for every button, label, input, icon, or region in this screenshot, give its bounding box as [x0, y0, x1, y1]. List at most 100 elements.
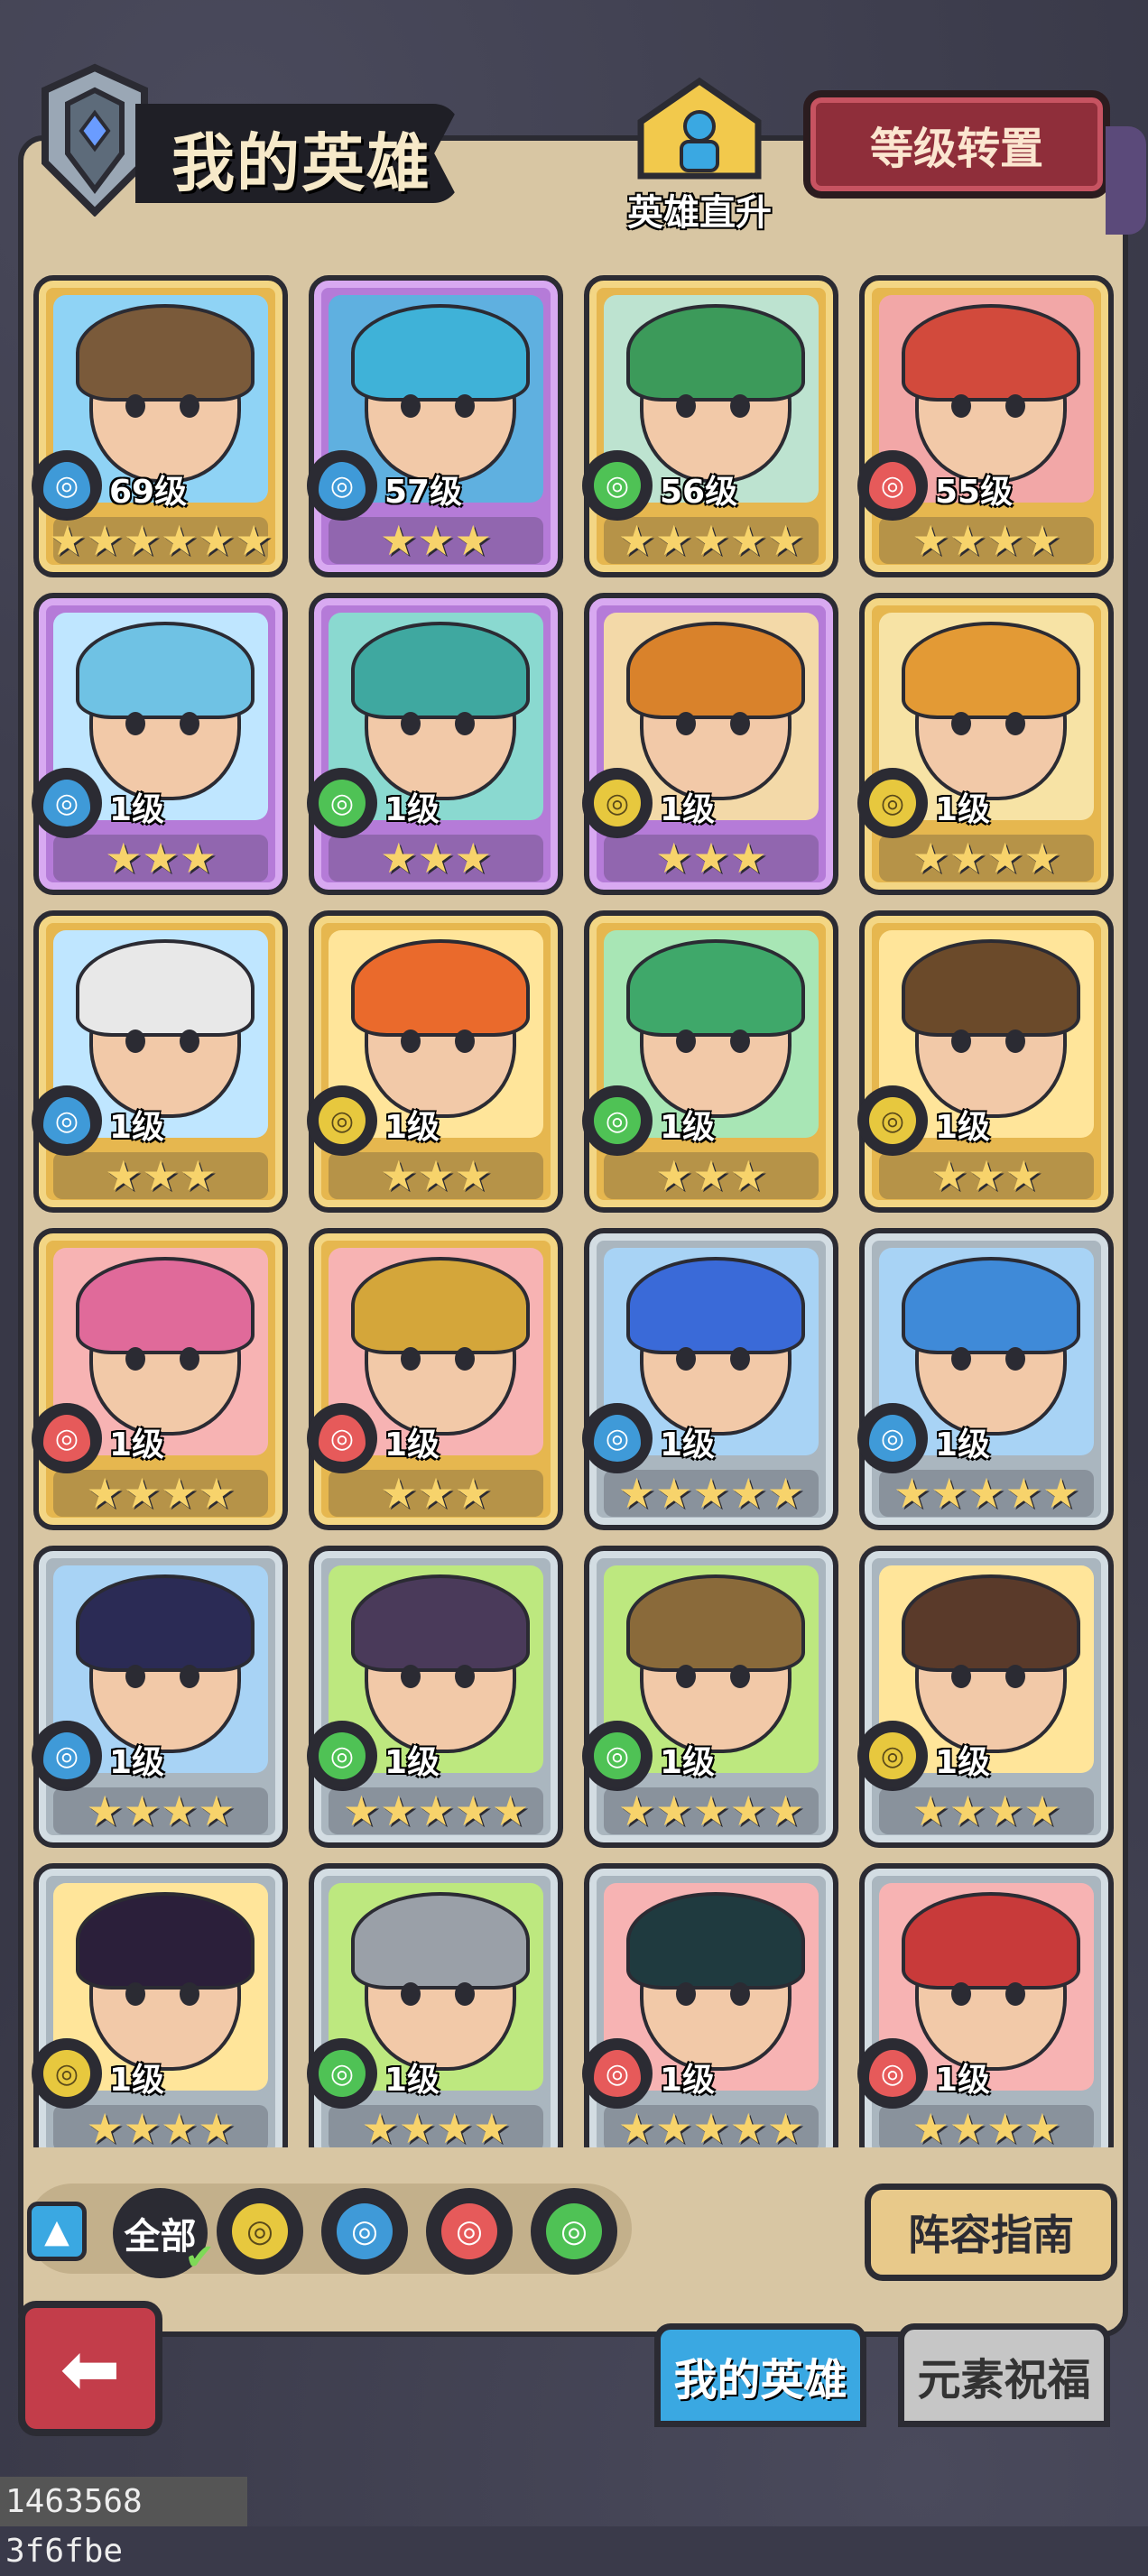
- hero-eye: [125, 1347, 145, 1371]
- hero-card[interactable]: ◎ 1级 ★★★★: [32, 1228, 288, 1530]
- filter-water-button[interactable]: ◎: [321, 2188, 408, 2275]
- filter-earth-button[interactable]: ◎: [217, 2188, 303, 2275]
- hero-card[interactable]: ◎ 1级 ★★★: [582, 593, 838, 895]
- page-title: 我的英雄: [171, 126, 431, 200]
- filter-fire-button[interactable]: ◎: [426, 2188, 513, 2275]
- hero-card[interactable]: ◎ 57级 ★★★: [307, 275, 563, 577]
- hero-eye: [180, 712, 199, 735]
- lineup-guide-button[interactable]: 阵容指南: [865, 2184, 1117, 2281]
- wind-element-icon: ◎: [307, 768, 377, 838]
- fire-element-icon: ◎: [307, 1403, 377, 1473]
- hero-card[interactable]: ◎ 1级 ★★★: [307, 1228, 563, 1530]
- hero-level: 1级: [660, 2062, 716, 2099]
- hero-eye: [180, 1665, 199, 1688]
- hero-eye: [1005, 1665, 1025, 1688]
- hero-card[interactable]: ◎ 1级 ★★★★: [857, 593, 1114, 895]
- hero-card[interactable]: ◎ 1级 ★★★★: [857, 1863, 1114, 2147]
- hero-eye: [1005, 1029, 1025, 1053]
- hero-level: 1级: [384, 2062, 440, 2099]
- hero-stars: ★★★★★: [604, 517, 819, 564]
- hero-eye: [401, 1347, 421, 1371]
- hero-card[interactable]: ◎ 55级 ★★★★: [857, 275, 1114, 577]
- hero-eye: [125, 1029, 145, 1053]
- hero-hair: [76, 939, 255, 1037]
- hero-card[interactable]: ◎ 1级 ★★★★: [32, 1546, 288, 1848]
- hero-stars: ★★★★: [53, 1787, 268, 1834]
- hero-eye: [730, 1665, 750, 1688]
- earth-element-icon: ◎: [582, 768, 653, 838]
- hero-hair: [351, 939, 530, 1037]
- hero-card[interactable]: ◎ 1级 ★★★★★: [857, 1228, 1114, 1530]
- hero-level: 1级: [109, 1744, 165, 1781]
- hero-hair: [76, 304, 255, 402]
- hero-hair: [902, 304, 1080, 402]
- hero-card[interactable]: ◎ 1级 ★★★★: [307, 1863, 563, 2147]
- hero-card[interactable]: ◎ 56级 ★★★★★: [582, 275, 838, 577]
- hero-direct-upgrade-button[interactable]: 英雄直升: [623, 77, 776, 234]
- hero-level: 1级: [935, 791, 991, 828]
- tab-my-heroes[interactable]: 我的英雄: [654, 2323, 866, 2427]
- back-arrow-icon: ⬅: [60, 2326, 121, 2411]
- chevron-up-icon[interactable]: ▲: [27, 2202, 87, 2261]
- hero-card[interactable]: ◎ 1级 ★★★★★: [582, 1228, 838, 1530]
- star-icon: ★★★★★: [893, 1469, 1080, 1518]
- fire-element-icon: ◎: [582, 2038, 653, 2109]
- level-transfer-button[interactable]: 等级转置: [803, 90, 1110, 199]
- footer-id: 1463568 3f6fbe: [0, 2477, 247, 2570]
- hero-eye: [180, 1347, 199, 1371]
- hero-level: 1级: [384, 791, 440, 828]
- filter-all-button[interactable]: 全部 ✔: [113, 2188, 215, 2278]
- hero-eye: [951, 1982, 971, 2006]
- hero-card[interactable]: ◎ 1级 ★★★: [32, 593, 288, 895]
- hero-eye: [180, 1029, 199, 1053]
- hero-hair: [351, 1574, 530, 1672]
- hero-stars: ★★★★★: [604, 1470, 819, 1517]
- hero-eye: [180, 394, 199, 418]
- hero-card[interactable]: ◎ 1级 ★★★: [307, 593, 563, 895]
- earth-element-icon: ◎: [307, 1085, 377, 1156]
- star-icon: ★★★: [655, 834, 767, 882]
- hero-card[interactable]: ◎ 69级 ★★★★★★: [32, 275, 288, 577]
- hero-card[interactable]: ◎ 1级 ★★★: [32, 910, 288, 1213]
- hero-card[interactable]: ◎ 1级 ★★★: [857, 910, 1114, 1213]
- star-icon: ★★★: [380, 516, 492, 565]
- hero-stars: ★★★: [604, 835, 819, 882]
- hero-level: 57级: [384, 474, 463, 511]
- hero-hair: [76, 1892, 255, 1990]
- tab-element-blessing[interactable]: 元素祝福: [898, 2323, 1110, 2427]
- star-icon: ★★★★: [86, 1787, 236, 1835]
- hero-stars: ★★★: [53, 835, 268, 882]
- star-icon: ★★★: [105, 1151, 217, 1200]
- hero-stars: ★★★: [329, 517, 543, 564]
- hero-card[interactable]: ◎ 1级 ★★★★: [857, 1546, 1114, 1848]
- star-icon: ★★★★: [86, 1469, 236, 1518]
- hero-level: 1级: [935, 2062, 991, 2099]
- fire-element-icon: ◎: [441, 2203, 497, 2259]
- star-icon: ★★★: [380, 1151, 492, 1200]
- hero-card[interactable]: ◎ 1级 ★★★: [307, 910, 563, 1213]
- hero-hair: [626, 1574, 805, 1672]
- wind-element-icon: ◎: [582, 1721, 653, 1791]
- star-icon: ★★★★★: [617, 516, 805, 565]
- back-arrow-button[interactable]: ⬅: [18, 2301, 162, 2436]
- water-element-icon: ◎: [32, 1085, 102, 1156]
- hero-stars: ★★★: [329, 1152, 543, 1199]
- hero-eye: [401, 712, 421, 735]
- hero-hair: [626, 939, 805, 1037]
- hero-card[interactable]: ◎ 1级 ★★★★★: [582, 1863, 838, 2147]
- hero-eye: [401, 1665, 421, 1688]
- hero-card[interactable]: ◎ 1级 ★★★: [582, 910, 838, 1213]
- hero-card[interactable]: ◎ 1级 ★★★★★: [307, 1546, 563, 1848]
- hero-stars: ★★★★★★: [49, 517, 273, 564]
- hero-eye: [676, 1347, 696, 1371]
- hero-hair: [76, 1574, 255, 1672]
- hero-eye: [676, 1665, 696, 1688]
- filter-wind-button[interactable]: ◎: [531, 2188, 617, 2275]
- hero-eye: [951, 1347, 971, 1371]
- hero-card[interactable]: ◎ 1级 ★★★★: [32, 1863, 288, 2147]
- hero-stars: ★★★: [329, 835, 543, 882]
- hero-card[interactable]: ◎ 1级 ★★★★★: [582, 1546, 838, 1848]
- hero-hair: [626, 1892, 805, 1990]
- hero-eye: [125, 712, 145, 735]
- hero-stars: ★★★: [329, 1470, 543, 1517]
